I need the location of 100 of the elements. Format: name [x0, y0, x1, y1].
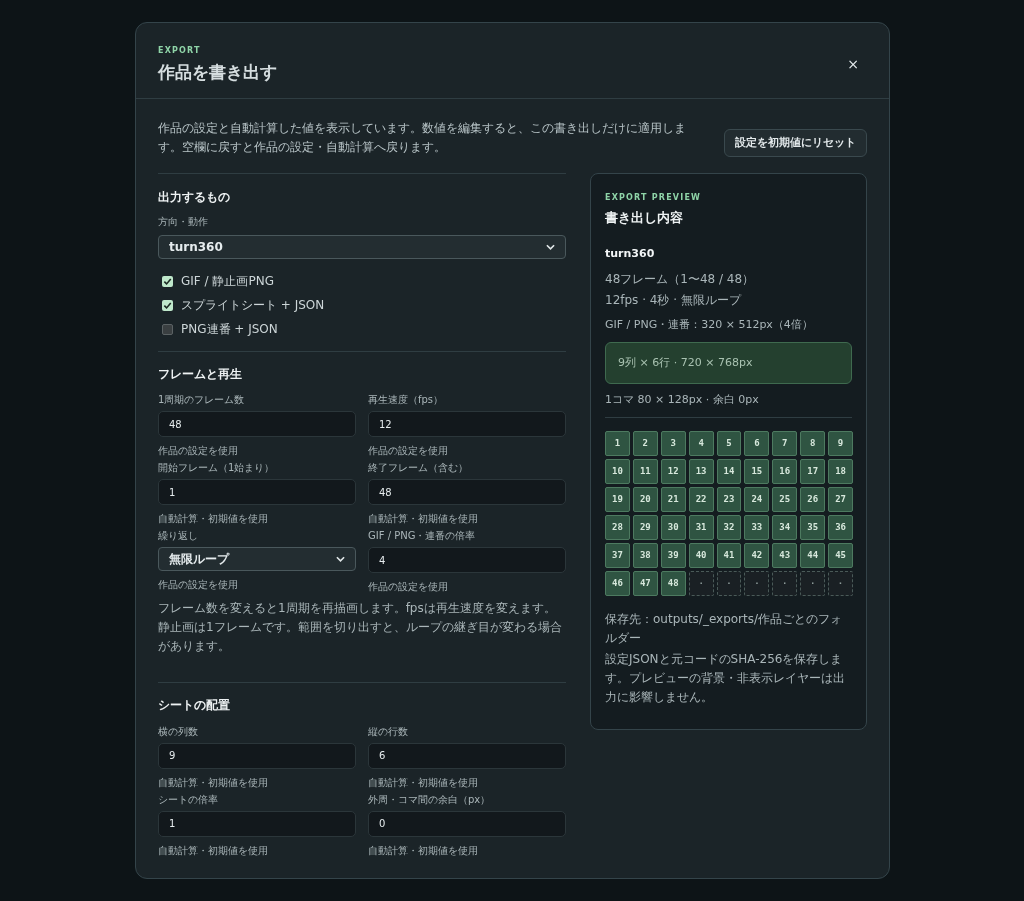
field-label: 横の列数: [158, 724, 199, 738]
frame-cell: 12: [660, 458, 686, 484]
checkbox[interactable]: [162, 299, 173, 311]
frame-cell: 8: [800, 430, 826, 456]
frame-cell: 5: [716, 430, 742, 456]
frame-cell: ·: [716, 570, 742, 596]
field-label: 繰り返し: [158, 529, 199, 543]
preview-detail: 12fps · 4秒 · 無限ループ: [605, 291, 743, 309]
frame-cell: 19: [605, 486, 630, 512]
input-field[interactable]: 12: [368, 411, 566, 438]
dropdown[interactable]: 無限ループ: [158, 547, 356, 572]
field-label: GIF / PNG・連番の倍率: [368, 529, 477, 543]
frame-cell: 13: [688, 458, 714, 484]
footer-note: 保存先：outputs/_exports/作品ごとのフォルダー: [605, 610, 844, 647]
input-field[interactable]: 48: [158, 411, 356, 438]
preview-detail: GIF / PNG・連番：320 × 512px（4倍）: [605, 316, 814, 333]
frame-cell: ·: [688, 570, 714, 596]
checkbox[interactable]: [162, 323, 173, 335]
frame-cell: 34: [772, 514, 798, 540]
frame-cell: 38: [632, 542, 658, 568]
input-field[interactable]: 1: [158, 479, 356, 506]
input-value: 1: [169, 485, 176, 500]
input-value: 48: [169, 417, 182, 432]
preview-title: 書き出し内容: [605, 208, 684, 227]
help-text: フレーム数を変えると1周期を再描画します。fpsは再生速度を変えます。静止画は1フレームです。範囲を切り出すと、ループの継ぎ目が変わる場合があります。: [158, 600, 563, 656]
frame-cell: 29: [632, 514, 658, 540]
frame-cell: 26: [800, 486, 826, 512]
dialog-eyebrow: EXPORT: [158, 45, 202, 57]
frame-cell: 30: [660, 514, 686, 540]
field-label: 縦の行数: [368, 724, 409, 738]
frame-cell: 16: [772, 458, 798, 484]
chevron-down-icon: [336, 556, 345, 563]
frame-cell: 47: [632, 570, 658, 596]
field-hint: 自動計算・初期値を使用: [368, 775, 479, 789]
footer-note: 設定JSONと元コードのSHA-256を保存します。プレビューの背景・非表示レイヤーは出力に影響しません。: [605, 650, 846, 706]
frame-cell: 48: [660, 570, 686, 596]
frame-cell: 7: [772, 430, 798, 456]
dropdown[interactable]: turn360: [158, 235, 566, 259]
section-heading: シートの配置: [158, 697, 231, 715]
chevron-down-icon: [546, 244, 555, 250]
frame-cell: 18: [828, 458, 853, 484]
frame-cell: ·: [800, 570, 826, 596]
frame-cell: 21: [660, 486, 686, 512]
input-value: 48: [379, 485, 392, 500]
frame-cell: 3: [660, 430, 686, 456]
input-value: 1: [169, 817, 176, 831]
frame-cell: ·: [744, 570, 770, 596]
frame-cell: 41: [716, 542, 742, 568]
close-button[interactable]: ×: [847, 57, 859, 71]
frame-cell: 25: [772, 486, 798, 512]
field-hint: 自動計算・初期値を使用: [368, 512, 479, 526]
frame-cell: ·: [828, 570, 853, 596]
checkbox[interactable]: [162, 275, 173, 287]
field-hint: 作品の設定を使用: [158, 578, 239, 592]
input-value: 4: [379, 553, 386, 568]
frame-cell: 46: [605, 570, 630, 596]
input-field[interactable]: 4: [368, 547, 566, 574]
field-label: 方向・動作: [158, 214, 209, 229]
frame-cell: 9: [828, 430, 853, 456]
field-label: 再生速度（fps）: [368, 393, 445, 407]
checkbox-label: GIF / 静止画PNG: [181, 273, 274, 290]
field-label: 外周・コマ間の余白（px）: [368, 792, 492, 806]
input-field[interactable]: 6: [368, 742, 566, 769]
field-label: シートの倍率: [158, 792, 219, 806]
input-value: 12: [379, 417, 392, 432]
checkbox-label: スプライトシート + JSON: [181, 297, 325, 314]
frame-cell: 42: [744, 542, 770, 568]
input-value: 9: [169, 749, 176, 763]
input-field[interactable]: 0: [368, 810, 566, 837]
input-field[interactable]: 48: [368, 479, 566, 506]
frame-cell: 28: [605, 514, 630, 540]
field-hint: 作品の設定を使用: [368, 444, 449, 458]
frame-cell: 4: [688, 430, 714, 456]
input-field[interactable]: 9: [158, 742, 356, 769]
checkbox-label: PNG連番 + JSON: [181, 321, 278, 338]
preview-detail: 48フレーム（1〜48 / 48）: [605, 270, 756, 288]
frame-cell: 31: [688, 514, 714, 540]
frame-cell: 36: [828, 514, 853, 540]
frame-cell: 35: [800, 514, 826, 540]
animation-name: turn360: [605, 246, 656, 263]
frame-cell: 32: [716, 514, 742, 540]
frame-cell: 22: [688, 486, 714, 512]
frame-cell: 15: [744, 458, 770, 484]
frame-cell: 2: [632, 430, 658, 456]
field-hint: 自動計算・初期値を使用: [158, 512, 269, 526]
frame-cell: 6: [744, 430, 770, 456]
intro-text: 作品の設定と自動計算した値を表示しています。数値を編集すると、この書き出しだけに適用します。空欄に戻すと作品の設定・自動計算へ戻ります。: [158, 119, 687, 156]
input-value: 0: [379, 817, 386, 831]
frame-cell: 45: [828, 542, 853, 568]
field-hint: 作品の設定を使用: [158, 444, 239, 458]
frame-cell: 10: [605, 458, 630, 484]
dialog-title: 作品を書き出す: [158, 61, 277, 84]
preview-eyebrow: EXPORT PREVIEW: [605, 191, 703, 204]
cell-info: 1コマ 80 × 128px · 余白 0px: [605, 392, 852, 418]
section-heading: フレームと再生: [158, 366, 243, 383]
frame-cell: 20: [632, 486, 658, 512]
input-field[interactable]: 1: [158, 810, 356, 837]
frame-cell: 24: [744, 486, 770, 512]
reset-button[interactable]: 設定を初期値にリセット: [724, 128, 867, 157]
frame-cell: 23: [716, 486, 742, 512]
